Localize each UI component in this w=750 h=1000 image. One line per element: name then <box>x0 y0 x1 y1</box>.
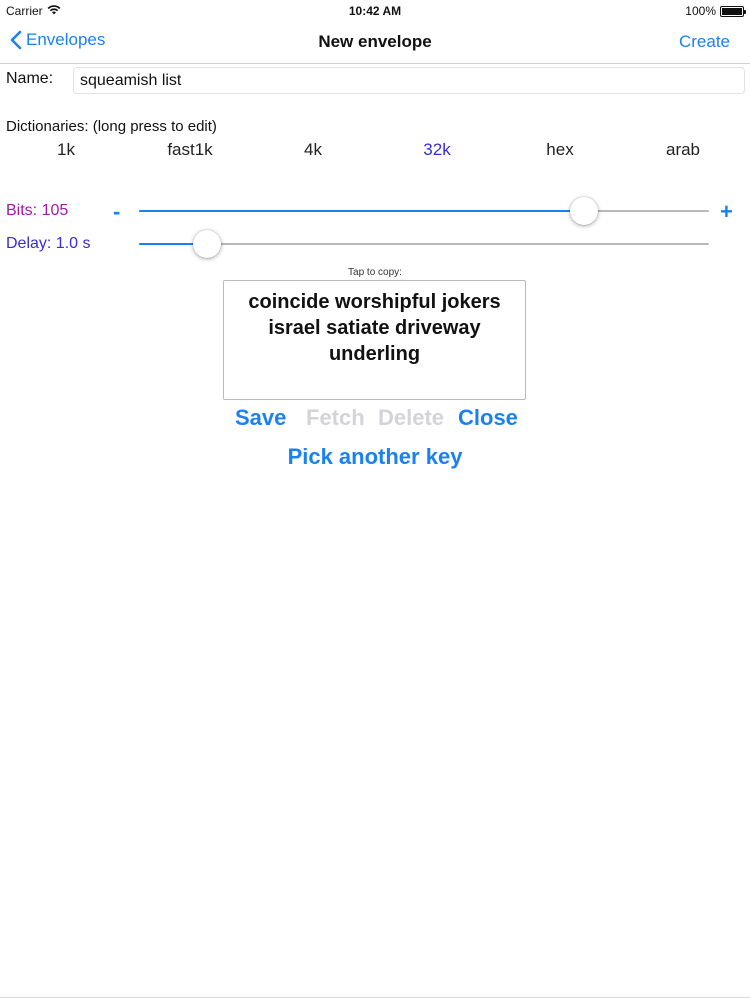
name-label: Name: <box>6 70 54 87</box>
delay-label: Delay: 1.0 s <box>6 235 91 252</box>
page-title: New envelope <box>318 32 432 51</box>
dictionary-option-4k[interactable]: 4k <box>304 140 322 160</box>
dictionary-option-arab[interactable]: arab <box>666 140 700 160</box>
tap-to-copy-hint: Tap to copy: <box>348 267 402 278</box>
bits-slider-thumb[interactable] <box>569 197 598 225</box>
battery-icon <box>720 5 746 17</box>
generated-key-box[interactable]: coincide worshipful jokers israel satiat… <box>223 280 526 400</box>
dictionary-option-32k[interactable]: 32k <box>423 140 450 160</box>
dictionary-option-hex[interactable]: hex <box>546 140 573 160</box>
status-bar: Carrier 10:42 AM 100% <box>0 0 750 22</box>
name-input[interactable] <box>73 67 745 94</box>
delete-button[interactable]: Delete <box>378 405 444 431</box>
battery-indicator: 100% <box>685 4 746 18</box>
bits-slider[interactable] <box>139 196 709 226</box>
bits-slider-fill <box>139 210 584 212</box>
pick-another-key-button[interactable]: Pick another key <box>0 444 750 470</box>
delay-slider[interactable] <box>139 229 709 259</box>
save-button[interactable]: Save <box>235 405 286 431</box>
clock: 10:42 AM <box>348 4 402 18</box>
bits-increment-button[interactable]: + <box>720 199 733 225</box>
battery-percent: 100% <box>685 4 716 18</box>
dictionaries-label: Dictionaries: (long press to edit) <box>6 118 217 135</box>
dictionary-selector: 1k fast1k 4k 32k hex arab <box>0 140 750 162</box>
bits-decrement-button[interactable]: - <box>113 199 120 225</box>
delay-slider-thumb[interactable] <box>193 230 222 258</box>
delay-slider-track <box>139 243 709 245</box>
close-button[interactable]: Close <box>458 405 518 431</box>
dictionary-option-fast1k[interactable]: fast1k <box>167 140 212 160</box>
dictionary-option-1k[interactable]: 1k <box>57 140 75 160</box>
fetch-button[interactable]: Fetch <box>306 405 365 431</box>
bits-label: Bits: 105 <box>6 202 69 219</box>
create-button[interactable]: Create <box>679 32 730 52</box>
navigation-bar: Envelopes New envelope Create <box>0 22 750 64</box>
bottom-divider <box>0 997 750 998</box>
